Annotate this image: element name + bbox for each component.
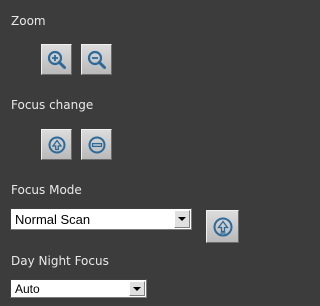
- zoom-out-button[interactable]: [81, 44, 112, 75]
- focus-mode-value: Normal Scan: [15, 211, 91, 227]
- zoom-label: Zoom: [11, 14, 46, 28]
- focus-change-label: Focus change: [11, 98, 94, 112]
- day-night-focus-value: Auto: [15, 281, 40, 296]
- focus-minus-icon: [88, 136, 105, 153]
- focus-mode-select[interactable]: Normal Scan: [10, 208, 192, 230]
- one-push-focus-button[interactable]: [206, 210, 239, 243]
- day-night-focus-select[interactable]: Auto: [10, 279, 147, 298]
- zoom-out-icon: [87, 50, 106, 69]
- zoom-in-button[interactable]: [41, 44, 72, 75]
- focus-mode-label: Focus Mode: [11, 183, 82, 197]
- chevron-down-icon[interactable]: [129, 281, 145, 296]
- focus-plus-icon: [48, 136, 65, 153]
- day-night-focus-label: Day Night Focus: [11, 254, 109, 268]
- chevron-down-icon[interactable]: [174, 210, 190, 228]
- focus-far-button[interactable]: [81, 129, 112, 160]
- zoom-in-icon: [47, 50, 66, 69]
- one-push-focus-icon: [213, 217, 232, 236]
- focus-near-button[interactable]: [41, 129, 72, 160]
